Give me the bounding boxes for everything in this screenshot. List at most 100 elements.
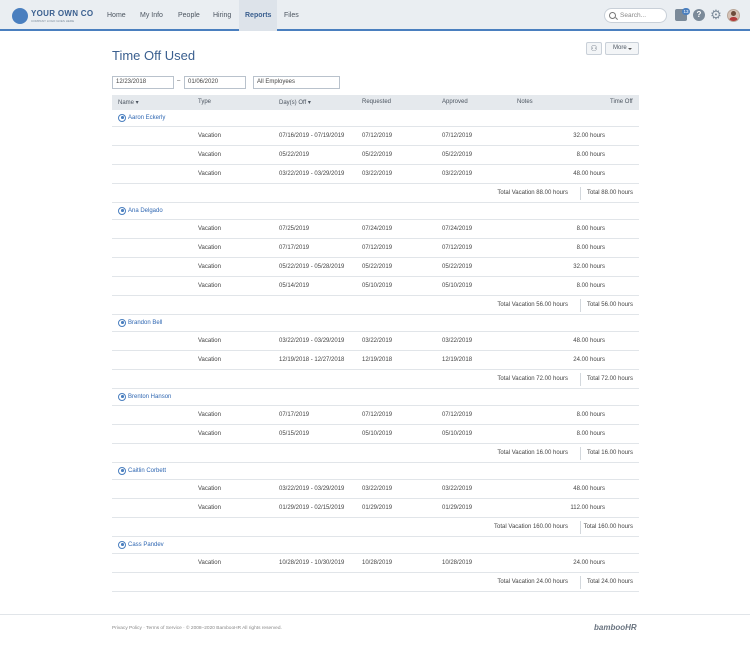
col-requested[interactable]: Requested bbox=[362, 99, 391, 105]
table-row: Vacation 05/22/2019 05/22/2019 05/22/2019 8.… bbox=[112, 146, 639, 165]
approved-cell: 07/12/2019 bbox=[442, 245, 473, 251]
approved-cell: 01/29/2019 bbox=[442, 505, 473, 511]
search-box[interactable]: Search... bbox=[604, 8, 667, 23]
grand-total: Total 56.00 hours bbox=[586, 302, 633, 308]
people-button[interactable]: ⚇ bbox=[586, 42, 602, 55]
hours-cell: 8.00 hours bbox=[576, 226, 605, 232]
approved-cell: 10/28/2019 bbox=[442, 560, 473, 566]
start-date-field[interactable]: 12/23/2018 bbox=[112, 76, 174, 89]
approved-cell: 05/22/2019 bbox=[442, 152, 473, 158]
col-time-off[interactable]: Time Off bbox=[610, 99, 633, 105]
type-cell: Vacation bbox=[198, 505, 221, 511]
employee-filter[interactable]: All Employees bbox=[253, 76, 340, 89]
search-input[interactable]: Search... bbox=[620, 12, 646, 19]
total-divider bbox=[580, 521, 581, 534]
vacation-total: Total Vacation 72.00 hours bbox=[497, 376, 568, 382]
total-row: Total Vacation 160.00 hours Total 160.00 … bbox=[112, 518, 639, 537]
more-button[interactable]: More bbox=[605, 42, 639, 55]
hours-cell: 8.00 hours bbox=[576, 152, 605, 158]
days-off-cell: 07/25/2019 bbox=[279, 226, 310, 232]
type-cell: Vacation bbox=[198, 338, 221, 344]
total-divider bbox=[580, 373, 581, 386]
footer-divider bbox=[0, 614, 750, 615]
nav-hiring[interactable]: Hiring bbox=[207, 0, 237, 31]
table-row: Vacation 07/16/2019 - 07/19/2019 07/12/201… bbox=[112, 127, 639, 146]
col-type[interactable]: Type bbox=[198, 99, 211, 105]
days-off-cell: 07/17/2019 bbox=[279, 412, 310, 418]
end-date-field[interactable]: 01/06/2020 bbox=[184, 76, 246, 89]
total-divider bbox=[580, 187, 581, 200]
table-row: Vacation 01/29/2019 - 02/15/2019 01/29/201… bbox=[112, 499, 639, 518]
copyright: © 2008–2020 BambooHR All rights reserved… bbox=[186, 626, 282, 631]
table-row: Vacation 05/15/2019 05/10/2019 05/10/2019 8.… bbox=[112, 425, 639, 444]
total-row: Total Vacation 56.00 hours Total 56.00 ho… bbox=[112, 296, 639, 315]
hours-cell: 8.00 hours bbox=[576, 245, 605, 251]
vacation-total: Total Vacation 16.00 hours bbox=[497, 450, 568, 456]
approved-cell: 05/10/2019 bbox=[442, 283, 473, 289]
company-logo[interactable]: YOUR OWN CO COMPANY LOGO GOES HERE bbox=[12, 8, 93, 24]
days-off-cell: 10/28/2019 - 10/30/2019 bbox=[279, 560, 345, 566]
requested-cell: 05/22/2019 bbox=[362, 152, 393, 158]
employee-name-link[interactable]: Brandon Bell bbox=[128, 320, 162, 326]
employee-name-link[interactable]: Caitlin Corbett bbox=[128, 468, 166, 474]
employee-row: Cass Pandev bbox=[112, 537, 639, 554]
employee-name-link[interactable]: Ana Delgado bbox=[128, 208, 163, 214]
approved-cell: 03/22/2019 bbox=[442, 486, 473, 492]
col-days-off[interactable]: Day(s) Off ▾ bbox=[279, 99, 311, 106]
nav-files[interactable]: Files bbox=[278, 0, 305, 31]
hours-cell: 8.00 hours bbox=[576, 431, 605, 437]
vacation-total: Total Vacation 160.00 hours bbox=[494, 524, 568, 530]
gear-icon[interactable]: ⚙ bbox=[710, 8, 722, 21]
table-row: Vacation 03/22/2019 - 03/29/2019 03/22/201… bbox=[112, 165, 639, 184]
approved-cell: 03/22/2019 bbox=[442, 338, 473, 344]
hours-cell: 24.00 hours bbox=[573, 560, 605, 566]
days-off-cell: 01/29/2019 - 02/15/2019 bbox=[279, 505, 345, 511]
days-off-cell: 12/19/2018 - 12/27/2018 bbox=[279, 357, 345, 363]
nav-home[interactable]: Home bbox=[101, 0, 132, 31]
employee-name-link[interactable]: Cass Pandev bbox=[128, 542, 164, 548]
days-off-cell: 05/22/2019 bbox=[279, 152, 310, 158]
nav-reports[interactable]: Reports bbox=[239, 0, 278, 31]
hours-cell: 8.00 hours bbox=[576, 412, 605, 418]
col-name[interactable]: Name ▾ bbox=[118, 99, 139, 106]
approved-cell: 12/19/2018 bbox=[442, 357, 473, 363]
col-notes[interactable]: Notes bbox=[517, 99, 533, 105]
requested-cell: 07/12/2019 bbox=[362, 245, 393, 251]
hours-cell: 32.00 hours bbox=[573, 133, 605, 139]
hours-cell: 48.00 hours bbox=[573, 486, 605, 492]
requested-cell: 07/12/2019 bbox=[362, 133, 393, 139]
avatar[interactable] bbox=[727, 9, 740, 22]
type-cell: Vacation bbox=[198, 152, 221, 158]
nav-my-info[interactable]: My Info bbox=[134, 0, 169, 31]
employee-name-link[interactable]: Aaron Eckerly bbox=[128, 115, 165, 121]
days-off-cell: 03/22/2019 - 03/29/2019 bbox=[279, 486, 345, 492]
help-icon[interactable]: ? bbox=[693, 9, 705, 21]
bamboohr-logo: bambooHR bbox=[594, 623, 637, 632]
requested-cell: 05/10/2019 bbox=[362, 283, 393, 289]
logo-tagline: COMPANY LOGO GOES HERE bbox=[31, 19, 75, 23]
days-off-cell: 05/15/2019 bbox=[279, 431, 310, 437]
vacation-total: Total Vacation 56.00 hours bbox=[497, 302, 568, 308]
requested-cell: 12/19/2018 bbox=[362, 357, 393, 363]
requested-cell: 03/22/2019 bbox=[362, 338, 393, 344]
type-cell: Vacation bbox=[198, 264, 221, 270]
days-off-cell: 05/14/2019 bbox=[279, 283, 310, 289]
type-cell: Vacation bbox=[198, 283, 221, 289]
days-off-cell: 05/22/2019 - 05/28/2019 bbox=[279, 264, 345, 270]
col-approved[interactable]: Approved bbox=[442, 99, 468, 105]
nav-people[interactable]: People bbox=[172, 0, 206, 31]
privacy-link[interactable]: Privacy Policy bbox=[112, 626, 142, 631]
vacation-total: Total Vacation 88.00 hours bbox=[497, 190, 568, 196]
requested-cell: 01/29/2019 bbox=[362, 505, 393, 511]
approved-cell: 07/12/2019 bbox=[442, 133, 473, 139]
employee-row: Ana Delgado bbox=[112, 203, 639, 220]
hours-cell: 24.00 hours bbox=[573, 357, 605, 363]
requested-cell: 10/28/2019 bbox=[362, 560, 393, 566]
terms-link[interactable]: Terms of Service bbox=[146, 626, 182, 631]
days-off-cell: 03/22/2019 - 03/29/2019 bbox=[279, 171, 345, 177]
top-bar: YOUR OWN CO COMPANY LOGO GOES HERE Home … bbox=[0, 0, 750, 31]
total-divider bbox=[580, 299, 581, 312]
logo-mark-icon bbox=[12, 8, 28, 24]
employee-name-link[interactable]: Brenton Hanson bbox=[128, 394, 171, 400]
employee-row: Caitlin Corbett bbox=[112, 463, 639, 480]
